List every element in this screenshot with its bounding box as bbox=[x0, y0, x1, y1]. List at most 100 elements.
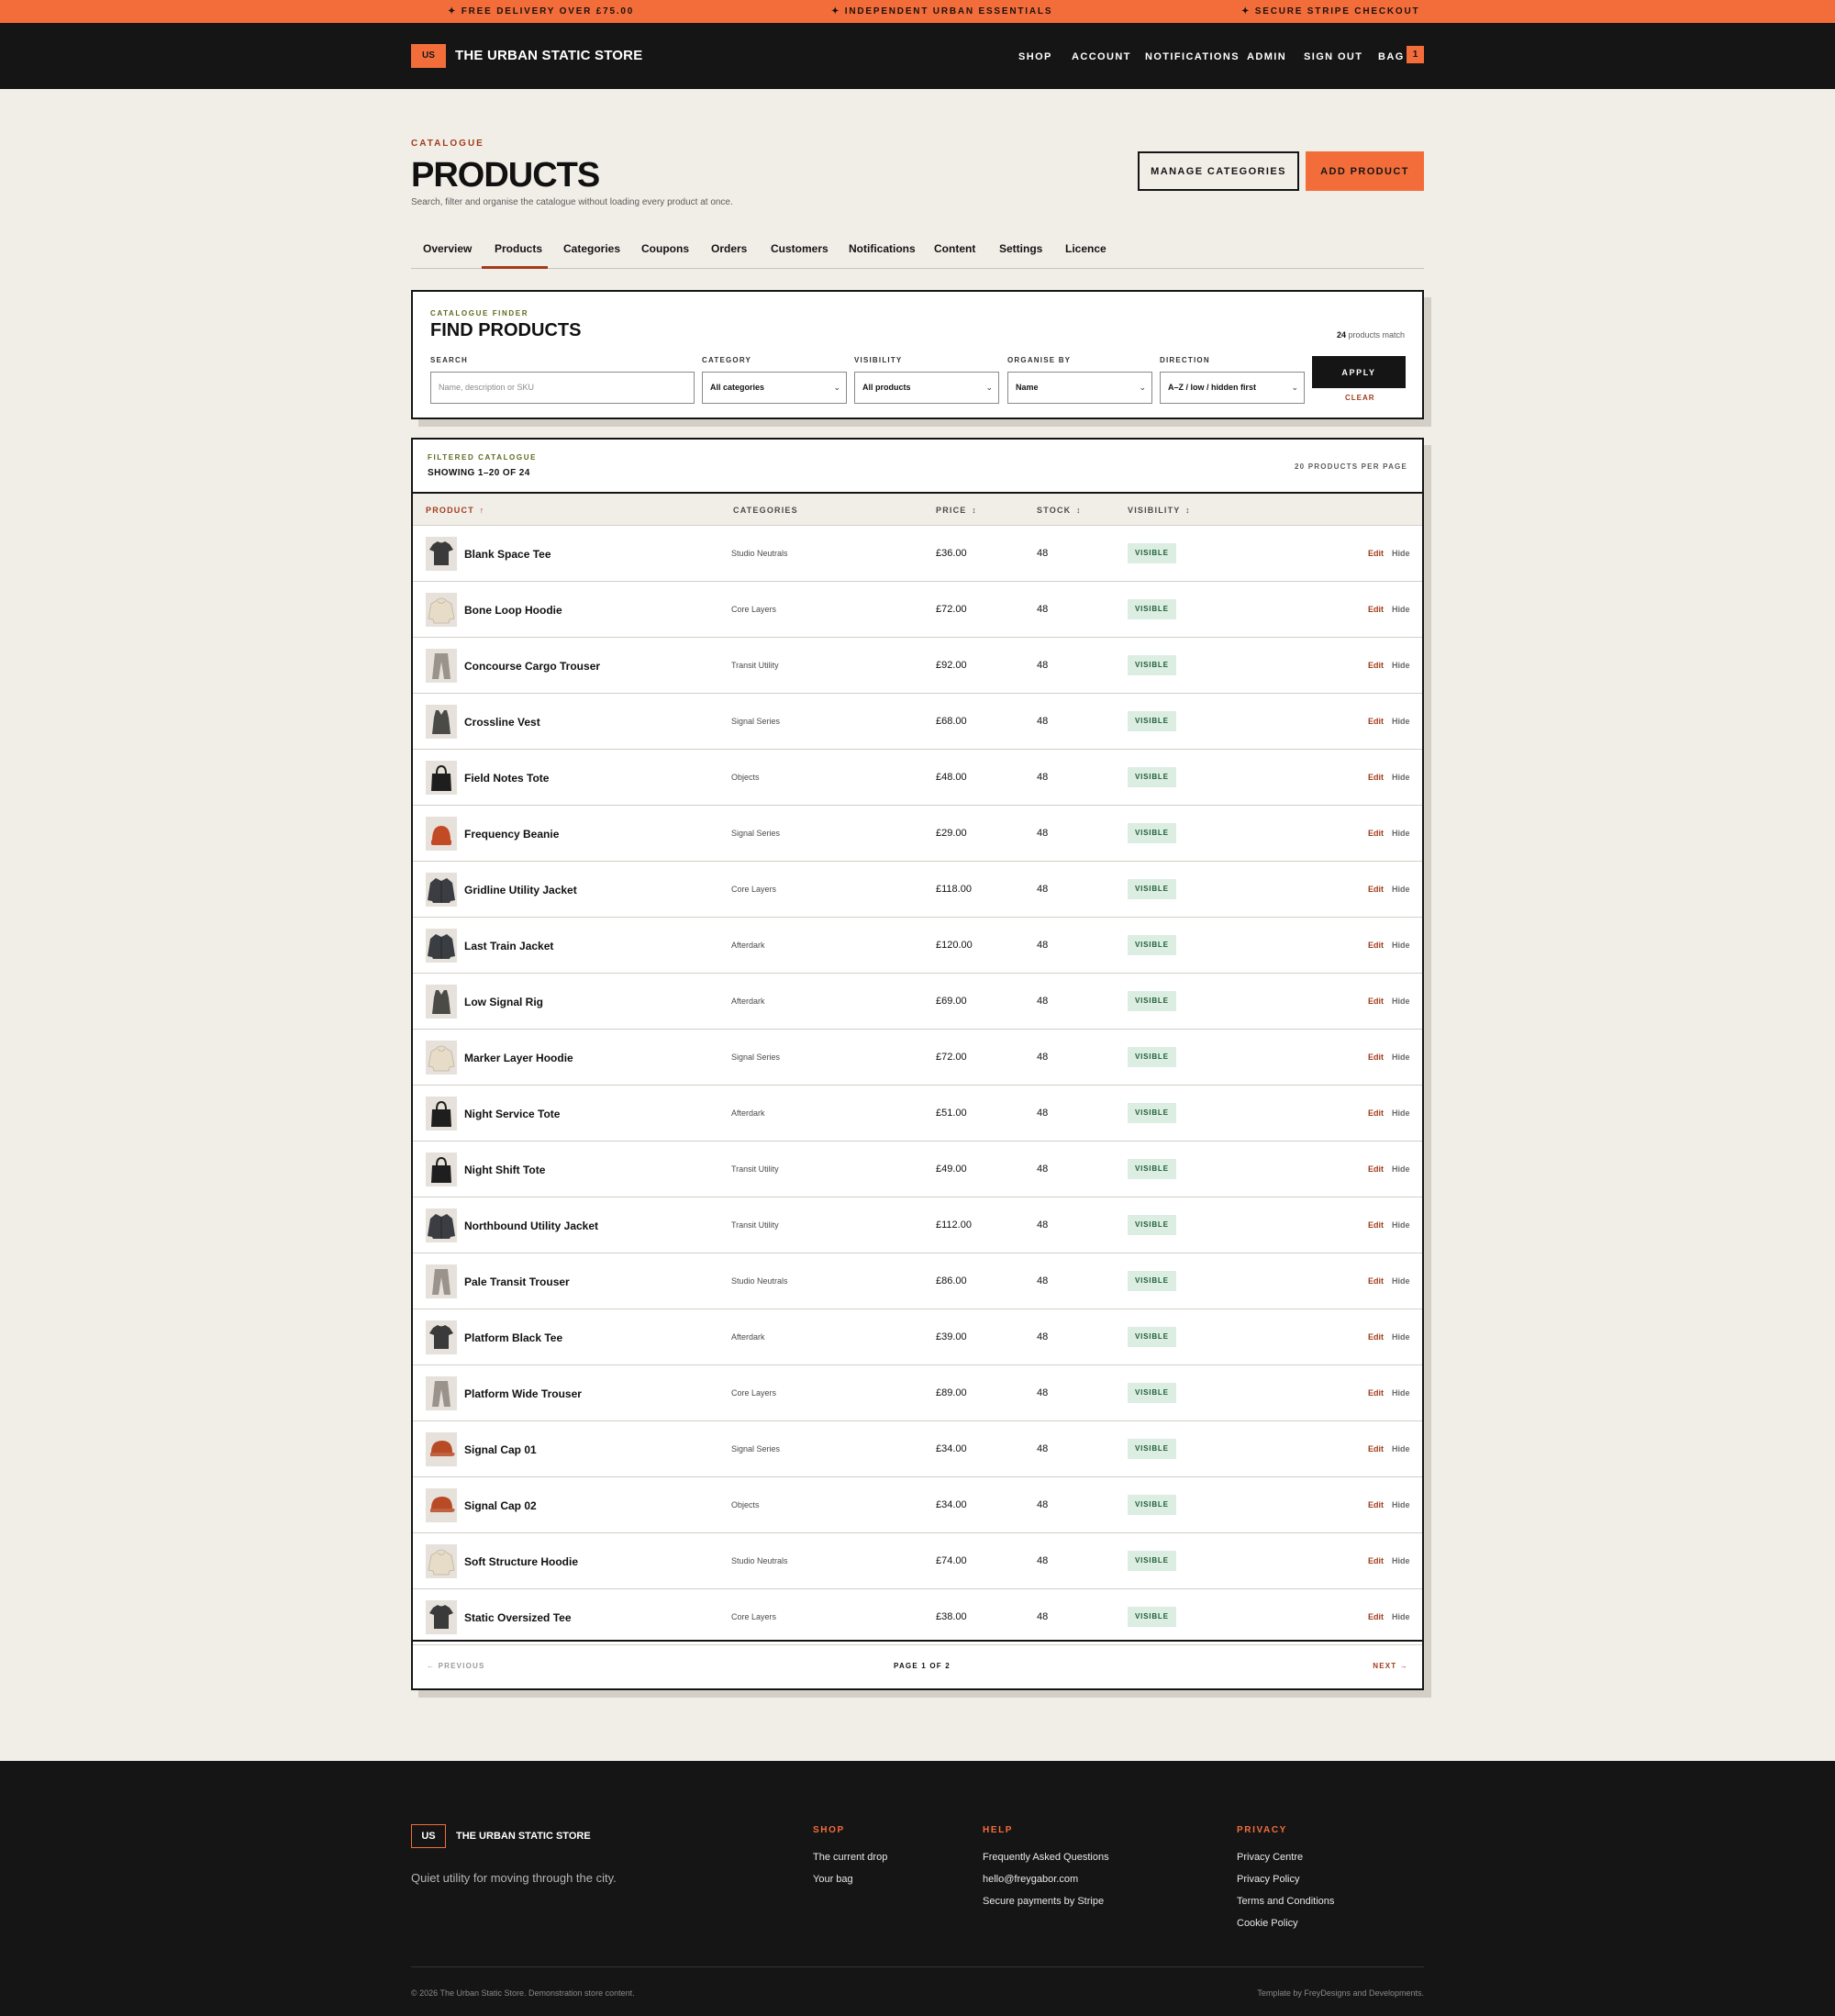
nav-sign-out[interactable]: SIGN OUT bbox=[1304, 51, 1362, 62]
edit-link[interactable]: Edit bbox=[1368, 1444, 1384, 1454]
nav-shop[interactable]: SHOP bbox=[1018, 51, 1052, 62]
footer-link-cookies[interactable]: Cookie Policy bbox=[1237, 1918, 1298, 1929]
apply-button[interactable]: APPLY bbox=[1312, 356, 1406, 388]
visibility-select[interactable]: All products ⌄ bbox=[854, 372, 999, 404]
edit-link[interactable]: Edit bbox=[1368, 829, 1384, 838]
column-visibility[interactable]: VISIBILITY ↕ bbox=[1128, 506, 1191, 515]
product-name[interactable]: Static Oversized Tee bbox=[464, 1611, 572, 1624]
tab-overview[interactable]: Overview bbox=[423, 242, 472, 255]
tab-content[interactable]: Content bbox=[934, 242, 975, 255]
footer-link-bag[interactable]: Your bag bbox=[813, 1874, 853, 1885]
edit-link[interactable]: Edit bbox=[1368, 605, 1384, 614]
product-name[interactable]: Night Service Tote bbox=[464, 1108, 560, 1120]
hide-link[interactable]: Hide bbox=[1392, 1108, 1410, 1118]
edit-link[interactable]: Edit bbox=[1368, 773, 1384, 782]
product-name[interactable]: Concourse Cargo Trouser bbox=[464, 660, 600, 673]
product-name[interactable]: Platform Wide Trouser bbox=[464, 1387, 582, 1400]
edit-link[interactable]: Edit bbox=[1368, 885, 1384, 894]
product-name[interactable]: Platform Black Tee bbox=[464, 1331, 562, 1344]
product-name[interactable]: Blank Space Tee bbox=[464, 548, 551, 561]
product-name[interactable]: Field Notes Tote bbox=[464, 772, 549, 785]
product-name[interactable]: Night Shift Tote bbox=[464, 1164, 545, 1176]
next-page-link[interactable]: NEXT → bbox=[1373, 1662, 1408, 1670]
edit-link[interactable]: Edit bbox=[1368, 717, 1384, 726]
edit-link[interactable]: Edit bbox=[1368, 1276, 1384, 1286]
edit-link[interactable]: Edit bbox=[1368, 1220, 1384, 1230]
hide-link[interactable]: Hide bbox=[1392, 605, 1410, 614]
hide-link[interactable]: Hide bbox=[1392, 1332, 1410, 1342]
product-name[interactable]: Pale Transit Trouser bbox=[464, 1275, 570, 1288]
category-select[interactable]: All categories ⌄ bbox=[702, 372, 847, 404]
product-name[interactable]: Soft Structure Hoodie bbox=[464, 1555, 578, 1568]
footer-link-stripe[interactable]: Secure payments by Stripe bbox=[983, 1896, 1104, 1907]
edit-link[interactable]: Edit bbox=[1368, 997, 1384, 1006]
product-name[interactable]: Crossline Vest bbox=[464, 716, 540, 729]
previous-page-link[interactable]: ← PREVIOUS bbox=[427, 1662, 485, 1670]
edit-link[interactable]: Edit bbox=[1368, 1332, 1384, 1342]
edit-link[interactable]: Edit bbox=[1368, 1612, 1384, 1621]
hide-link[interactable]: Hide bbox=[1392, 661, 1410, 670]
column-product[interactable]: PRODUCT ↑ bbox=[426, 506, 484, 515]
nav-notifications[interactable]: NOTIFICATIONS bbox=[1145, 51, 1240, 62]
add-product-button[interactable]: ADD PRODUCT bbox=[1306, 151, 1424, 191]
hide-link[interactable]: Hide bbox=[1392, 1276, 1410, 1286]
hide-link[interactable]: Hide bbox=[1392, 1500, 1410, 1509]
edit-link[interactable]: Edit bbox=[1368, 1108, 1384, 1118]
product-name[interactable]: Gridline Utility Jacket bbox=[464, 884, 577, 897]
column-price[interactable]: PRICE ↕ bbox=[936, 506, 977, 515]
nav-account[interactable]: ACCOUNT bbox=[1072, 51, 1131, 62]
edit-link[interactable]: Edit bbox=[1368, 1556, 1384, 1565]
product-name[interactable]: Last Train Jacket bbox=[464, 940, 553, 952]
hide-link[interactable]: Hide bbox=[1392, 885, 1410, 894]
edit-link[interactable]: Edit bbox=[1368, 1388, 1384, 1398]
store-logo[interactable]: US bbox=[411, 44, 446, 68]
footer-link-faq[interactable]: Frequently Asked Questions bbox=[983, 1852, 1109, 1863]
hide-link[interactable]: Hide bbox=[1392, 1164, 1410, 1174]
footer-link-privacy-centre[interactable]: Privacy Centre bbox=[1237, 1852, 1303, 1863]
column-stock[interactable]: STOCK ↕ bbox=[1037, 506, 1082, 515]
hide-link[interactable]: Hide bbox=[1392, 1220, 1410, 1230]
hide-link[interactable]: Hide bbox=[1392, 717, 1410, 726]
footer-link-email[interactable]: hello@freygabor.com bbox=[983, 1874, 1078, 1885]
tab-settings[interactable]: Settings bbox=[999, 242, 1042, 255]
edit-link[interactable]: Edit bbox=[1368, 1500, 1384, 1509]
product-name[interactable]: Low Signal Rig bbox=[464, 996, 543, 1008]
tab-licence[interactable]: Licence bbox=[1065, 242, 1107, 255]
hide-link[interactable]: Hide bbox=[1392, 1444, 1410, 1454]
product-name[interactable]: Marker Layer Hoodie bbox=[464, 1052, 573, 1064]
hide-link[interactable]: Hide bbox=[1392, 997, 1410, 1006]
hide-link[interactable]: Hide bbox=[1392, 829, 1410, 838]
direction-select[interactable]: A–Z / low / hidden first ⌄ bbox=[1160, 372, 1305, 404]
footer-link-terms[interactable]: Terms and Conditions bbox=[1237, 1896, 1334, 1907]
tab-orders[interactable]: Orders bbox=[711, 242, 747, 255]
search-input[interactable]: Name, description or SKU bbox=[430, 372, 695, 404]
product-name[interactable]: Signal Cap 02 bbox=[464, 1499, 537, 1512]
clear-link[interactable]: CLEAR bbox=[1345, 394, 1375, 402]
tab-customers[interactable]: Customers bbox=[771, 242, 829, 255]
product-name[interactable]: Bone Loop Hoodie bbox=[464, 604, 562, 617]
edit-link[interactable]: Edit bbox=[1368, 941, 1384, 950]
edit-link[interactable]: Edit bbox=[1368, 1053, 1384, 1062]
hide-link[interactable]: Hide bbox=[1392, 773, 1410, 782]
hide-link[interactable]: Hide bbox=[1392, 1556, 1410, 1565]
manage-categories-button[interactable]: MANAGE CATEGORIES bbox=[1138, 151, 1299, 191]
bag-count-badge[interactable]: 1 bbox=[1407, 46, 1424, 63]
hide-link[interactable]: Hide bbox=[1392, 549, 1410, 558]
nav-admin[interactable]: ADMIN bbox=[1247, 51, 1286, 62]
tab-categories[interactable]: Categories bbox=[563, 242, 620, 255]
tab-notifications[interactable]: Notifications bbox=[849, 242, 916, 255]
store-brand[interactable]: THE URBAN STATIC STORE bbox=[455, 48, 642, 63]
nav-bag[interactable]: BAG bbox=[1378, 51, 1405, 62]
tab-coupons[interactable]: Coupons bbox=[641, 242, 689, 255]
edit-link[interactable]: Edit bbox=[1368, 549, 1384, 558]
hide-link[interactable]: Hide bbox=[1392, 1388, 1410, 1398]
tab-products[interactable]: Products bbox=[495, 242, 542, 255]
edit-link[interactable]: Edit bbox=[1368, 1164, 1384, 1174]
hide-link[interactable]: Hide bbox=[1392, 941, 1410, 950]
organise-select[interactable]: Name ⌄ bbox=[1007, 372, 1152, 404]
hide-link[interactable]: Hide bbox=[1392, 1053, 1410, 1062]
footer-link-current-drop[interactable]: The current drop bbox=[813, 1852, 887, 1863]
footer-logo[interactable]: US bbox=[411, 1824, 446, 1848]
edit-link[interactable]: Edit bbox=[1368, 661, 1384, 670]
hide-link[interactable]: Hide bbox=[1392, 1612, 1410, 1621]
